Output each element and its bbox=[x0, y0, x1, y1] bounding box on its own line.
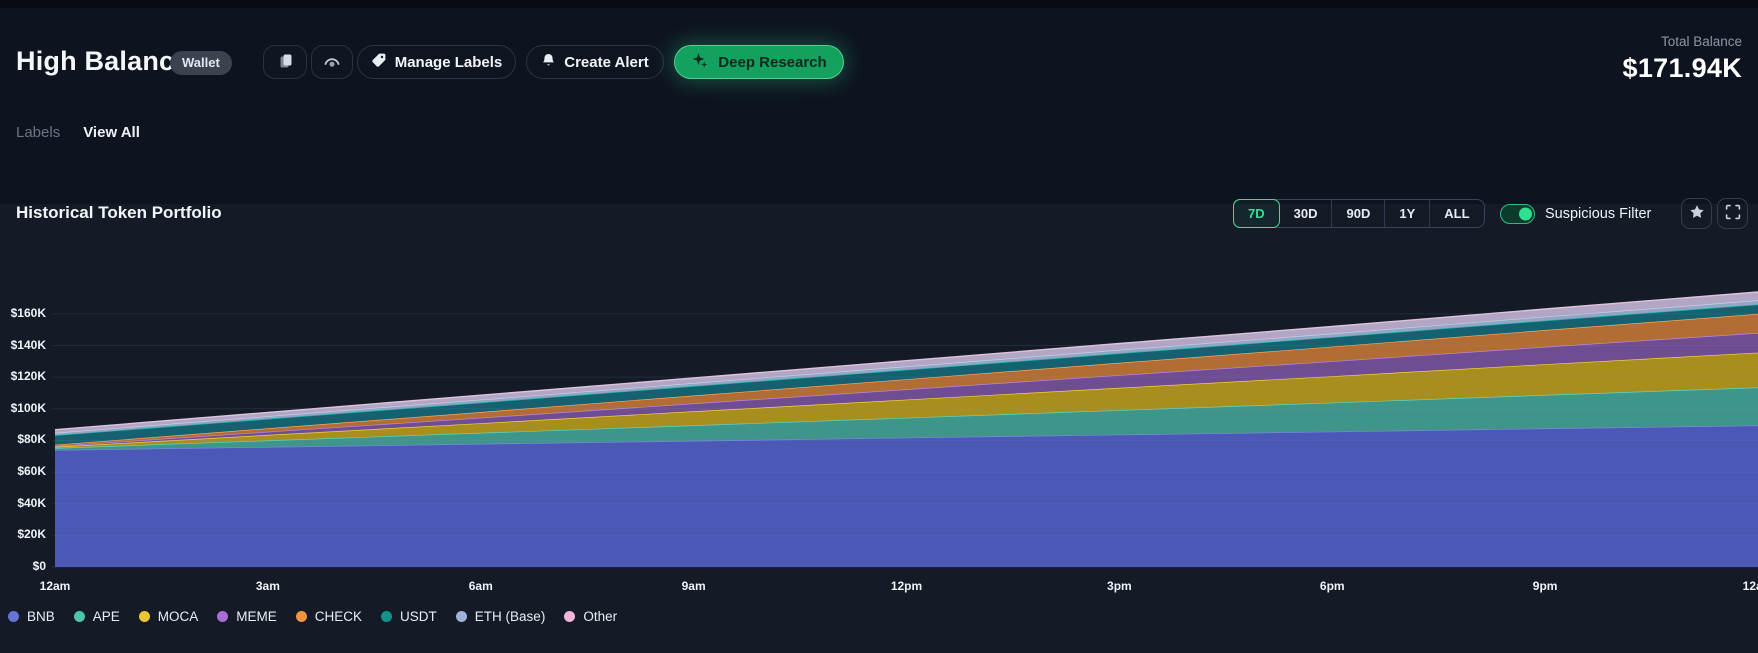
legend-label: MOCA bbox=[158, 609, 199, 624]
view-all-link[interactable]: View All bbox=[83, 124, 140, 141]
legend-item-meme[interactable]: MEME bbox=[217, 609, 277, 624]
legend-item-other[interactable]: Other bbox=[564, 609, 617, 624]
deep-research-label: Deep Research bbox=[718, 54, 826, 71]
y-tick-label: $140K bbox=[0, 338, 46, 354]
x-tick-label: 6am bbox=[449, 579, 513, 593]
y-tick-label: $0 bbox=[0, 559, 46, 575]
sparkles-icon bbox=[691, 52, 708, 73]
create-alert-button[interactable]: Create Alert bbox=[526, 45, 664, 79]
x-tick-label: 9am bbox=[662, 579, 726, 593]
fullscreen-icon bbox=[1725, 204, 1741, 223]
copy-icon bbox=[275, 51, 295, 74]
manage-labels-button[interactable]: Manage Labels bbox=[357, 45, 516, 79]
bell-icon bbox=[541, 52, 556, 72]
legend-label: USDT bbox=[400, 609, 437, 624]
legend-dot bbox=[564, 611, 575, 622]
legend-label: APE bbox=[93, 609, 120, 624]
legend-item-check[interactable]: CHECK bbox=[296, 609, 362, 624]
x-tick-label: 6pm bbox=[1300, 579, 1364, 593]
time-range-1y[interactable]: 1Y bbox=[1385, 200, 1430, 227]
total-balance: Total Balance $171.94K bbox=[1623, 34, 1743, 84]
y-tick-label: $100K bbox=[0, 401, 46, 417]
y-tick-label: $160K bbox=[0, 306, 46, 322]
legend-dot bbox=[74, 611, 85, 622]
x-tick-label: 3am bbox=[236, 579, 300, 593]
y-tick-label: $120K bbox=[0, 369, 46, 385]
tag-icon bbox=[371, 52, 387, 72]
y-tick-label: $20K bbox=[0, 527, 46, 543]
legend-dot bbox=[217, 611, 228, 622]
star-icon bbox=[1689, 204, 1705, 223]
legend-item-ape[interactable]: APE bbox=[74, 609, 120, 624]
legend-dot bbox=[381, 611, 392, 622]
time-range-group: 7D30D90D1YALL bbox=[1233, 199, 1485, 228]
suspicious-filter-toggle[interactable] bbox=[1500, 204, 1535, 224]
x-tick-label: 12pm bbox=[875, 579, 939, 593]
suspicious-filter-label: Suspicious Filter bbox=[1545, 206, 1651, 222]
suspicious-filter: Suspicious Filter bbox=[1500, 204, 1651, 224]
deep-research-button[interactable]: Deep Research bbox=[674, 45, 844, 79]
watch-icon bbox=[321, 51, 343, 74]
labels-label: Labels bbox=[16, 124, 60, 141]
copy-address-button[interactable] bbox=[263, 45, 307, 79]
chart-title: Historical Token Portfolio bbox=[16, 199, 222, 227]
watch-button[interactable] bbox=[311, 45, 353, 79]
legend-label: CHECK bbox=[315, 609, 362, 624]
x-tick-label: 9pm bbox=[1513, 579, 1577, 593]
legend-item-eth-base-[interactable]: ETH (Base) bbox=[456, 609, 546, 624]
x-tick-label: 12am bbox=[1726, 579, 1758, 593]
time-range-7d[interactable]: 7D bbox=[1233, 199, 1280, 228]
total-balance-value: $171.94K bbox=[1623, 53, 1743, 84]
total-balance-label: Total Balance bbox=[1623, 34, 1743, 49]
legend-dot bbox=[296, 611, 307, 622]
legend-label: MEME bbox=[236, 609, 277, 624]
legend-label: Other bbox=[583, 609, 617, 624]
manage-labels-label: Manage Labels bbox=[395, 54, 503, 71]
time-range-30d[interactable]: 30D bbox=[1280, 200, 1333, 227]
y-tick-label: $80K bbox=[0, 432, 46, 448]
fullscreen-button[interactable] bbox=[1717, 198, 1748, 229]
time-range-all[interactable]: ALL bbox=[1430, 200, 1483, 227]
y-tick-label: $60K bbox=[0, 464, 46, 480]
x-tick-label: 3pm bbox=[1087, 579, 1151, 593]
toggle-knob bbox=[1519, 208, 1532, 221]
legend-item-moca[interactable]: MOCA bbox=[139, 609, 199, 624]
legend-dot bbox=[8, 611, 19, 622]
legend-label: ETH (Base) bbox=[475, 609, 546, 624]
y-tick-label: $40K bbox=[0, 496, 46, 512]
legend-dot bbox=[456, 611, 467, 622]
chart-legend: BNB APE MOCA MEME CHECK USDT ETH (Base) Other bbox=[8, 609, 617, 624]
legend-label: BNB bbox=[27, 609, 55, 624]
legend-dot bbox=[139, 611, 150, 622]
top-strip bbox=[0, 0, 1758, 8]
wallet-dashboard: High Balance Wallet Manage Labels Create… bbox=[0, 0, 1758, 653]
create-alert-label: Create Alert bbox=[564, 54, 648, 71]
legend-item-bnb[interactable]: BNB bbox=[8, 609, 55, 624]
labels-row: Labels View All bbox=[16, 124, 140, 141]
time-range-90d[interactable]: 90D bbox=[1332, 200, 1385, 227]
wallet-type-badge: Wallet bbox=[170, 51, 232, 75]
favorite-button[interactable] bbox=[1681, 198, 1712, 229]
legend-item-usdt[interactable]: USDT bbox=[381, 609, 437, 624]
page-title: High Balance bbox=[16, 46, 189, 76]
x-tick-label: 12am bbox=[23, 579, 87, 593]
